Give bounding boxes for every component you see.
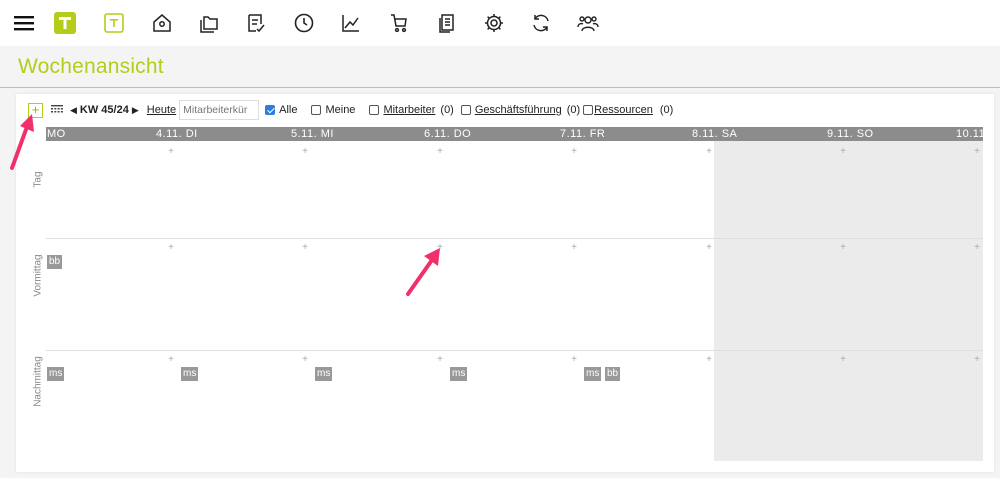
add-slot-button[interactable]: + [167, 243, 175, 253]
day-header-fr: 7.11. FR [560, 128, 606, 140]
row-divider-tag [46, 238, 983, 239]
filter-mitarbeiter-count: (0) [440, 104, 454, 116]
filter-geschaeftsfuehrung-label[interactable]: Geschäftsführung [475, 104, 562, 116]
filter-alle-label: Alle [279, 104, 298, 116]
clock-icon[interactable] [292, 11, 316, 35]
documents-icon[interactable] [435, 11, 459, 35]
prev-week-icon[interactable]: ◀ [70, 105, 77, 116]
add-slot-button[interactable]: + [570, 355, 578, 365]
week-label: KW 45/24 [79, 104, 129, 116]
title-divider [0, 87, 1000, 88]
filter-alle-checkbox[interactable] [265, 105, 276, 115]
filter-ressourcen-checkbox[interactable] [583, 105, 594, 115]
calendar-day-header: MO 4.11. DI 5.11. MI 6.11. DO 7.11. FR 8… [46, 127, 988, 141]
day-header-sa: 8.11. SA [692, 128, 738, 140]
folders-icon[interactable] [197, 11, 221, 35]
filter-meine-checkbox[interactable] [311, 105, 322, 115]
day-header-next-mo: 10.11. [956, 128, 989, 140]
filter-mitarbeiter-checkbox[interactable] [369, 105, 380, 115]
row-divider-vormittag [46, 350, 983, 351]
add-slot-button[interactable]: + [839, 147, 847, 157]
home-location-icon[interactable] [150, 11, 174, 35]
day-header-do: 6.11. DO [424, 128, 472, 140]
refresh-icon[interactable] [529, 11, 553, 35]
checklist-icon[interactable] [244, 11, 268, 35]
menu-icon[interactable] [12, 11, 36, 35]
cart-icon[interactable] [387, 11, 411, 35]
filter-mitarbeiter-label[interactable]: Mitarbeiter [383, 104, 435, 116]
add-slot-button[interactable]: + [301, 147, 309, 157]
filter-ressourcen-label[interactable]: Ressourcen [594, 104, 653, 116]
template-t-icon[interactable] [102, 11, 126, 35]
next-week-icon[interactable]: ▶ [132, 105, 139, 116]
filter-geschaeftsfuehrung-checkbox[interactable] [460, 105, 471, 115]
filter-ressourcen-count: (0) [659, 104, 674, 116]
filter-meine-label: Meine [325, 104, 356, 116]
add-slot-button[interactable]: + [705, 355, 713, 365]
day-header-mi: 5.11. MI [291, 128, 334, 140]
add-slot-button[interactable]: + [436, 147, 444, 157]
calendar-toolbar: + ◀ KW 45/24 ▶ Heute Alle Meine Mitarbei… [28, 100, 673, 120]
gear-icon[interactable] [482, 11, 506, 35]
add-slot-button[interactable]: + [301, 355, 309, 365]
day-header-mo: MO [47, 128, 66, 140]
add-slot-button[interactable]: + [436, 355, 444, 365]
row-label-nachmittag: Nachmittag [32, 356, 44, 407]
row-label-vormittag: Vormittag [32, 254, 44, 297]
calendar-grid-icon[interactable] [51, 105, 63, 115]
add-slot-button[interactable]: + [839, 355, 847, 365]
entry-chip[interactable]: bb [605, 367, 621, 381]
weekend-background [714, 141, 983, 461]
entry-chip[interactable]: ms [47, 367, 65, 381]
add-slot-button[interactable]: + [973, 243, 981, 253]
top-nav-bar [0, 0, 1000, 46]
employee-search-input[interactable] [179, 100, 260, 120]
users-icon[interactable] [576, 11, 600, 35]
day-header-di: 4.11. DI [156, 128, 198, 140]
add-slot-button[interactable]: + [167, 355, 175, 365]
entry-chip[interactable]: ms [315, 367, 333, 381]
chart-icon[interactable] [339, 11, 363, 35]
page-title: Wochenansicht [18, 55, 164, 78]
entry-chip[interactable]: bb [47, 255, 63, 269]
add-slot-button[interactable]: + [705, 147, 713, 157]
day-header-so: 9.11. SO [827, 128, 874, 140]
filter-geschaeftsfuehrung-count: (0) [566, 104, 581, 116]
entry-chip[interactable]: ms [181, 367, 199, 381]
entry-chip[interactable]: ms [450, 367, 468, 381]
today-link[interactable]: Heute [147, 104, 176, 116]
add-slot-button[interactable]: + [570, 147, 578, 157]
add-slot-button[interactable]: + [839, 243, 847, 253]
add-slot-button[interactable]: + [167, 147, 175, 157]
add-slot-button[interactable]: + [570, 243, 578, 253]
logo-t-icon[interactable] [53, 11, 77, 35]
annotation-arrow-plus [406, 248, 440, 296]
add-slot-button[interactable]: + [973, 355, 981, 365]
add-slot-button[interactable]: + [973, 147, 981, 157]
annotation-arrow-add [10, 114, 34, 170]
entry-chip[interactable]: ms [584, 367, 602, 381]
add-slot-button[interactable]: + [705, 243, 713, 253]
add-slot-button[interactable]: + [301, 243, 309, 253]
